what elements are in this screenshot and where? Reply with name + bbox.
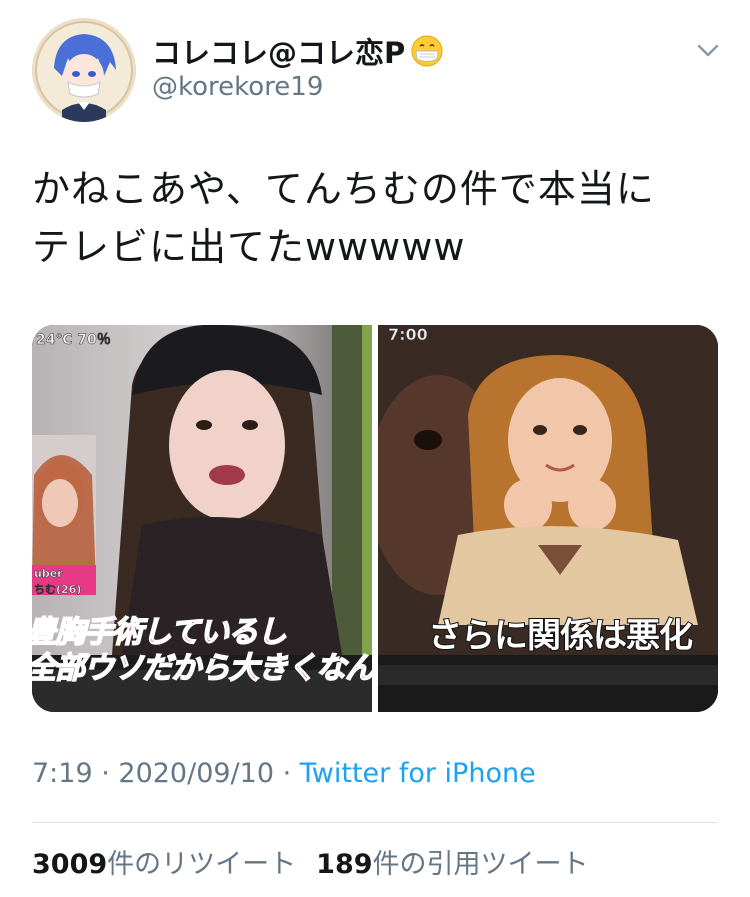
caption-line-2: 全部ウソだから大きくなんね [32, 650, 372, 687]
screen-top-text: 7:00 [388, 325, 428, 344]
inset-label: uber [34, 567, 63, 581]
tweet-time: 7:19 [32, 758, 93, 789]
display-name-row[interactable]: コレコレ@コレ恋P [152, 30, 443, 72]
retweets-stat[interactable]: 3009件のリツイート [32, 842, 296, 881]
tweet-source-link[interactable]: Twitter for iPhone [300, 758, 536, 789]
quotes-count: 189 [316, 849, 373, 880]
media-image-right[interactable]: 7:00 さらに関係は悪化 [378, 325, 718, 712]
user-handle[interactable]: @korekore19 [152, 72, 323, 102]
tweet-meta: 7:19 · 2020/09/10 · Twitter for iPhone [32, 758, 536, 789]
quotes-label: 件の引用ツイート [372, 849, 589, 880]
separator: · [274, 758, 300, 789]
tweet-detail: コレコレ@コレ恋P @korekore19 かねこあや、てんちむの件で本当に テ… [0, 0, 750, 897]
tweet-text: かねこあや、てんちむの件で本当に テレビに出てたwwwww [32, 160, 722, 276]
inset-name-label: ちむ(26) [34, 583, 82, 597]
chevron-down-icon[interactable] [694, 36, 722, 64]
caption-right: さらに関係は悪化 [427, 615, 694, 657]
divider [32, 822, 718, 823]
tweet-date: 2020/09/10 [118, 758, 275, 789]
avatar[interactable] [32, 18, 136, 122]
display-name[interactable]: コレコレ@コレ恋P [152, 30, 405, 72]
media-grid: 24℃ 70％ uber ちむ(26) 豊胸手術しているし 全部ウソだから大きく… [32, 325, 718, 712]
retweets-label: 件のリツイート [107, 849, 297, 880]
retweets-count: 3009 [32, 849, 108, 880]
tweet-stats: 3009件のリツイート 189件の引用ツイート [32, 842, 589, 881]
tweet-text-line: かねこあや、てんちむの件で本当に [32, 167, 655, 211]
quotes-stat[interactable]: 189件の引用ツイート [316, 842, 588, 881]
tweet-text-line: テレビに出てたwwwww [32, 225, 466, 269]
media-image-left[interactable]: 24℃ 70％ uber ちむ(26) 豊胸手術しているし 全部ウソだから大きく… [32, 325, 372, 712]
separator: · [92, 758, 119, 789]
medical-mask-emoji-icon [411, 35, 443, 67]
screen-top-text: 24℃ 70％ [36, 332, 111, 349]
